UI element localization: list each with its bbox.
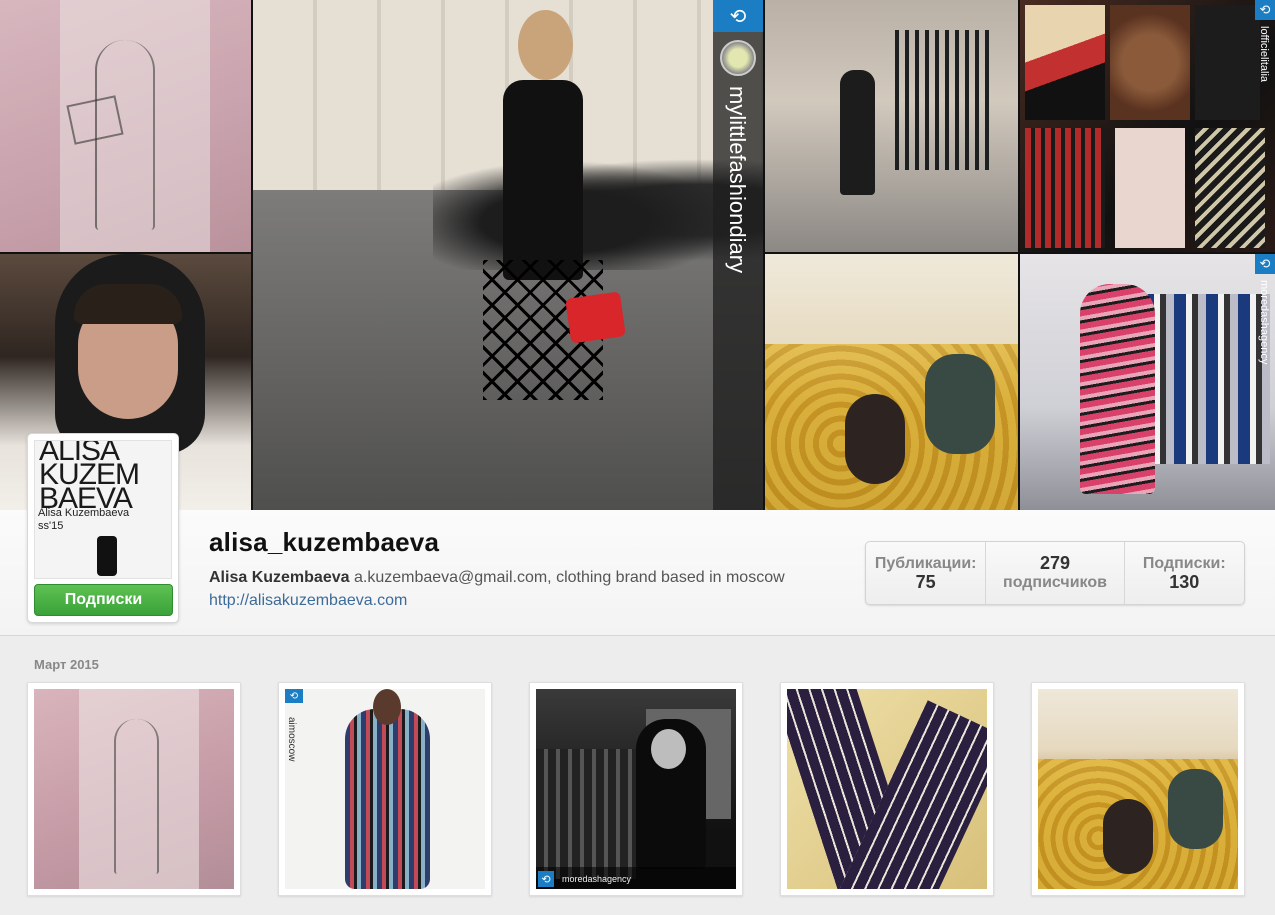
credit-avatar (720, 40, 756, 76)
stat-posts[interactable]: Публикации: 75 (866, 542, 987, 604)
website-link[interactable]: http://alisakuzembaeva.com (209, 592, 407, 610)
feed-photo[interactable] (1031, 682, 1245, 896)
repost-icon: ⟲ (285, 689, 303, 703)
full-name: Alisa Kuzembaeva (209, 569, 350, 586)
cover-photo-sketch[interactable] (0, 0, 251, 252)
repost-credit-text: mylittlefashiondiary (725, 86, 750, 274)
repost-credit-text: aimoscow (286, 717, 297, 762)
cover-mosaic: ⟲ mylittlefashiondiary ⟲ lofficielitalia… (0, 0, 1275, 510)
feed-photo[interactable]: ⟲ aimoscow (278, 682, 492, 896)
stat-followers[interactable]: подписчиков 279 (986, 542, 1125, 604)
month-heading: Март 2015 (34, 657, 99, 672)
follow-button[interactable]: Подписки (34, 584, 173, 616)
repost-icon: ⟲ (538, 871, 554, 887)
avatar-title: ALISA KUZEM BAEVA (39, 440, 140, 515)
repost-icon: ⟲ (1255, 254, 1275, 274)
bio-text: a.kuzembaeva@gmail.com, clothing brand b… (353, 569, 785, 586)
avatar-caption: Alisa Kuzembaeva ss'15 (38, 507, 130, 532)
avatar-card: ALISA KUZEM BAEVA Alisa Kuzembaeva ss'15… (27, 433, 179, 623)
stat-following[interactable]: Подписки: 130 (1125, 542, 1244, 604)
feed-photo[interactable] (780, 682, 994, 896)
cover-photo-street[interactable]: ⟲ mylittlefashiondiary (253, 0, 763, 510)
profile-stats: Публикации: 75 подписчиков 279 Подписки:… (865, 541, 1245, 605)
cover-photo-showroom[interactable]: ⟲ moredashagency (1020, 254, 1275, 510)
bio: Alisa Kuzembaeva a.kuzembaeva@gmail.com,… (209, 569, 785, 587)
feed-photo[interactable]: ⟲ moredashagency (529, 682, 743, 896)
feed-photo[interactable] (27, 682, 241, 896)
avatar[interactable]: ALISA KUZEM BAEVA Alisa Kuzembaeva ss'15 (34, 440, 172, 579)
repost-icon: ⟲ (1255, 0, 1275, 20)
repost-credit-text: moredashagency (562, 874, 632, 884)
cover-photo-bananas[interactable] (765, 254, 1018, 510)
username: alisa_kuzembaeva (209, 527, 440, 557)
cover-photo-rainy-street[interactable] (765, 0, 1018, 252)
repost-credit-text: moredashagency (1258, 280, 1270, 365)
cover-photo-racks[interactable]: ⟲ lofficielitalia (1020, 0, 1275, 252)
repost-icon: ⟲ (713, 0, 763, 32)
repost-credit-text: lofficielitalia (1258, 26, 1270, 83)
